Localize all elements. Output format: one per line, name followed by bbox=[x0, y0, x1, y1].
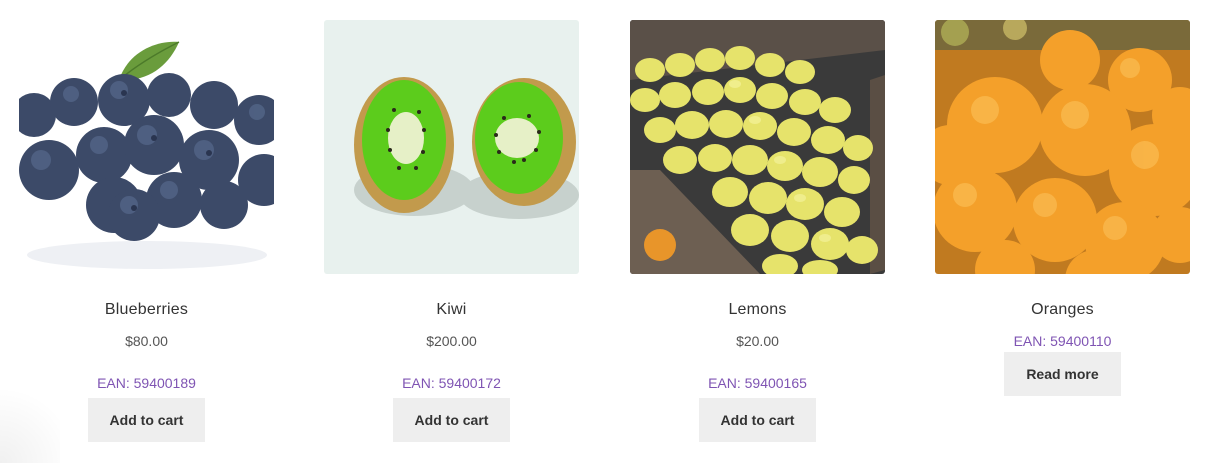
product-price: $200.00 bbox=[426, 333, 477, 349]
kiwi-image[interactable] bbox=[324, 20, 579, 274]
product-ean: EAN: 59400165 bbox=[708, 375, 807, 391]
kiwi-icon bbox=[324, 20, 579, 274]
oranges-image[interactable] bbox=[935, 20, 1190, 274]
product-title[interactable]: Blueberries bbox=[19, 300, 274, 320]
lemons-image[interactable] bbox=[630, 20, 885, 274]
add-to-cart-button[interactable]: Add to cart bbox=[698, 398, 817, 442]
blueberries-icon bbox=[19, 20, 274, 274]
product-card: Lemons $20.00 EAN: 59400165 Add to cart bbox=[630, 20, 885, 442]
product-ean: EAN: 59400110 bbox=[1013, 333, 1112, 349]
product-card: Oranges EAN: 59400110 Read more bbox=[935, 20, 1190, 396]
background-shadow bbox=[0, 373, 60, 463]
oranges-icon bbox=[935, 20, 1190, 274]
add-to-cart-button[interactable]: Add to cart bbox=[87, 398, 206, 442]
product-title[interactable]: Oranges bbox=[935, 300, 1190, 320]
product-title[interactable]: Lemons bbox=[630, 300, 885, 320]
product-ean: EAN: 59400172 bbox=[402, 375, 501, 391]
product-price: $20.00 bbox=[736, 333, 779, 349]
product-title[interactable]: Kiwi bbox=[324, 300, 579, 320]
product-grid: Blueberries $80.00 EAN: 59400189 Add to … bbox=[0, 0, 1212, 463]
add-to-cart-button[interactable]: Add to cart bbox=[392, 398, 511, 442]
blueberries-image[interactable] bbox=[19, 20, 274, 274]
read-more-button[interactable]: Read more bbox=[1004, 352, 1121, 396]
lemons-icon bbox=[630, 20, 885, 274]
product-price: $80.00 bbox=[125, 333, 168, 349]
product-card: Kiwi $200.00 EAN: 59400172 Add to cart bbox=[324, 20, 579, 442]
